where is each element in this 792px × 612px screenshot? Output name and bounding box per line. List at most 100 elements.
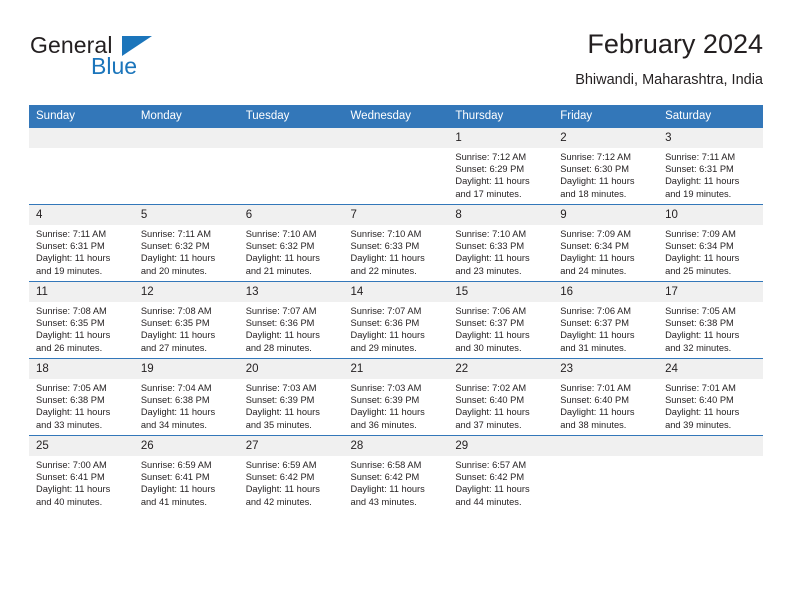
calendar-day-cell[interactable]: 17 Sunrise: 7:05 AM Sunset: 6:38 PM Dayligh… [658,281,763,359]
calendar-day-cell[interactable]: 23 Sunrise: 7:01 AM Sunset: 6:40 PM Dayligh… [553,358,659,436]
calendar-day-number: 14 [343,282,449,302]
calendar-day-number: 10 [658,205,763,225]
calendar-day-details: Sunrise: 7:09 AM Sunset: 6:34 PM Daylight:… [658,225,763,277]
daylight-text: Daylight: 11 hours and 36 minutes. [350,407,425,430]
calendar-day-cell[interactable]: 18 Sunrise: 7:05 AM Sunset: 6:38 PM Dayligh… [29,358,134,436]
calendar-day-number: 20 [238,359,344,379]
calendar-day-cell[interactable]: 14 Sunrise: 7:07 AM Sunset: 6:36 PM Dayligh… [343,281,449,359]
calendar-day-number: 3 [658,128,763,148]
calendar-day-details: Sunrise: 7:03 AM Sunset: 6:39 PM Daylight:… [343,379,449,431]
calendar-day-cell[interactable]: 28 Sunrise: 6:58 AM Sunset: 6:42 PM Dayligh… [343,435,449,512]
calendar-day-cell[interactable]: 10 Sunrise: 7:09 AM Sunset: 6:34 PM Dayligh… [658,204,763,282]
sunset-text: Sunset: 6:30 PM [560,164,629,175]
calendar-day-details: Sunrise: 7:06 AM Sunset: 6:37 PM Daylight:… [448,302,554,354]
calendar-day-cell[interactable]: 1 Sunrise: 7:12 AM Sunset: 6:29 PM Daylight… [448,128,554,205]
calendar-day-details: Sunrise: 7:01 AM Sunset: 6:40 PM Daylight:… [553,379,659,431]
calendar-week-row: 1 Sunrise: 7:12 AM Sunset: 6:29 PM Daylight… [29,128,763,205]
weekday-header-monday: Monday [133,105,239,128]
sunrise-text: Sunrise: 7:04 AM [140,383,212,393]
calendar-day-number: 23 [553,359,659,379]
sunset-text: Sunset: 6:38 PM [665,318,734,329]
weekday-header-friday: Friday [553,105,659,128]
calendar-day-cell[interactable]: 19 Sunrise: 7:04 AM Sunset: 6:38 PM Dayligh… [133,358,239,436]
calendar-day-details: Sunrise: 7:07 AM Sunset: 6:36 PM Daylight:… [238,302,344,354]
calendar-week-row: 4 Sunrise: 7:11 AM Sunset: 6:31 PM Daylight… [29,204,763,282]
calendar-day-number: 26 [133,436,239,456]
daylight-text: Daylight: 11 hours and 43 minutes. [350,484,425,507]
sunset-text: Sunset: 6:40 PM [455,395,525,406]
calendar-day-number: 21 [343,359,449,379]
calendar-day-number: 27 [238,436,344,456]
calendar-day-details: Sunrise: 7:12 AM Sunset: 6:29 PM Daylight:… [448,148,554,200]
calendar-day-cell[interactable]: 7 Sunrise: 7:10 AM Sunset: 6:33 PM Daylight… [343,204,449,282]
title-block: February 2024 Bhiwandi, Maharashtra, Ind… [575,28,763,90]
calendar-day-cell[interactable]: 21 Sunrise: 7:03 AM Sunset: 6:39 PM Dayligh… [343,358,449,436]
calendar-day-number [29,128,134,148]
calendar-day-cell[interactable]: 3 Sunrise: 7:11 AM Sunset: 6:31 PM Daylight… [658,128,763,205]
calendar-day-cell[interactable]: 4 Sunrise: 7:11 AM Sunset: 6:31 PM Daylight… [29,204,134,282]
calendar-day-details: Sunrise: 7:10 AM Sunset: 6:32 PM Daylight:… [238,225,344,277]
calendar-day-cell[interactable]: 6 Sunrise: 7:10 AM Sunset: 6:32 PM Daylight… [238,204,344,282]
sunrise-text: Sunrise: 7:01 AM [665,383,736,393]
calendar-day-cell[interactable]: 5 Sunrise: 7:11 AM Sunset: 6:32 PM Daylight… [133,204,239,282]
calendar-day-number: 8 [448,205,554,225]
brand-name-blue: Blue [91,53,138,79]
brand-logo[interactable]: General Blue [29,32,249,90]
calendar-day-cell[interactable]: 29 Sunrise: 6:57 AM Sunset: 6:42 PM Dayligh… [448,435,554,512]
calendar-day-cell[interactable]: 15 Sunrise: 7:06 AM Sunset: 6:37 PM Dayligh… [448,281,554,359]
calendar-day-number [133,128,239,148]
daylight-text: Daylight: 11 hours and 41 minutes. [140,484,216,507]
sunrise-text: Sunrise: 7:08 AM [36,306,107,316]
calendar-day-details: Sunrise: 7:08 AM Sunset: 6:35 PM Daylight:… [29,302,134,354]
sunset-text: Sunset: 6:41 PM [140,472,210,483]
calendar-day-cell-empty [133,128,239,205]
calendar-day-cell[interactable]: 27 Sunrise: 6:59 AM Sunset: 6:42 PM Dayligh… [238,435,344,512]
calendar-day-cell[interactable]: 12 Sunrise: 7:08 AM Sunset: 6:35 PM Dayligh… [133,281,239,359]
calendar-day-cell[interactable]: 2 Sunrise: 7:12 AM Sunset: 6:30 PM Daylight… [553,128,659,205]
calendar-day-cell-empty [238,128,344,205]
calendar-day-details: Sunrise: 7:06 AM Sunset: 6:37 PM Daylight:… [553,302,659,354]
daylight-text: Daylight: 11 hours and 42 minutes. [245,484,320,507]
calendar-day-cell[interactable]: 20 Sunrise: 7:03 AM Sunset: 6:39 PM Dayligh… [238,358,344,436]
daylight-text: Daylight: 11 hours and 30 minutes. [455,330,530,353]
sunrise-text: Sunrise: 7:00 AM [36,460,107,470]
sunrise-text: Sunrise: 7:12 AM [560,152,632,162]
calendar-day-cell[interactable]: 8 Sunrise: 7:10 AM Sunset: 6:33 PM Daylight… [448,204,554,282]
daylight-text: Daylight: 11 hours and 22 minutes. [350,253,425,276]
calendar-day-cell[interactable]: 26 Sunrise: 6:59 AM Sunset: 6:41 PM Dayligh… [133,435,239,512]
weekday-header-tuesday: Tuesday [238,105,344,128]
sunrise-text: Sunrise: 7:10 AM [350,229,422,239]
sunset-text: Sunset: 6:40 PM [560,395,629,406]
calendar-week-row: 11 Sunrise: 7:08 AM Sunset: 6:35 PM Dayligh… [29,281,763,359]
calendar-day-number: 6 [238,205,344,225]
sunset-text: Sunset: 6:32 PM [140,241,210,252]
calendar-day-details: Sunrise: 7:02 AM Sunset: 6:40 PM Daylight:… [448,379,554,431]
calendar-day-cell[interactable]: 22 Sunrise: 7:02 AM Sunset: 6:40 PM Dayligh… [448,358,554,436]
calendar-day-details [343,148,449,164]
calendar-day-cell[interactable]: 11 Sunrise: 7:08 AM Sunset: 6:35 PM Dayligh… [29,281,134,359]
sunset-text: Sunset: 6:42 PM [455,472,525,483]
calendar-day-number [553,436,659,456]
calendar-day-cell[interactable]: 25 Sunrise: 7:00 AM Sunset: 6:41 PM Dayligh… [29,435,134,512]
sunrise-text: Sunrise: 7:12 AM [455,152,527,162]
sunrise-text: Sunrise: 7:07 AM [350,306,422,316]
calendar-day-number: 13 [238,282,344,302]
sunset-text: Sunset: 6:32 PM [245,241,315,252]
calendar-day-cell[interactable]: 13 Sunrise: 7:07 AM Sunset: 6:36 PM Dayligh… [238,281,344,359]
sunset-text: Sunset: 6:35 PM [36,318,105,329]
calendar-day-cell[interactable]: 24 Sunrise: 7:01 AM Sunset: 6:40 PM Dayligh… [658,358,763,436]
calendar-day-number: 5 [133,205,239,225]
sunset-text: Sunset: 6:33 PM [350,241,420,252]
calendar-day-details: Sunrise: 6:59 AM Sunset: 6:42 PM Daylight:… [238,456,344,508]
calendar-day-cell[interactable]: 16 Sunrise: 7:06 AM Sunset: 6:37 PM Dayligh… [553,281,659,359]
calendar-day-number: 4 [29,205,134,225]
sunset-text: Sunset: 6:38 PM [140,395,210,406]
daylight-text: Daylight: 11 hours and 24 minutes. [560,253,635,276]
weekday-header-sunday: Sunday [29,105,134,128]
calendar-day-cell[interactable]: 9 Sunrise: 7:09 AM Sunset: 6:34 PM Daylight… [553,204,659,282]
daylight-text: Daylight: 11 hours and 33 minutes. [36,407,111,430]
calendar-day-details: Sunrise: 7:11 AM Sunset: 6:32 PM Daylight:… [133,225,239,277]
sunrise-text: Sunrise: 7:11 AM [665,152,736,162]
calendar-day-number: 22 [448,359,554,379]
calendar-day-number: 11 [29,282,134,302]
